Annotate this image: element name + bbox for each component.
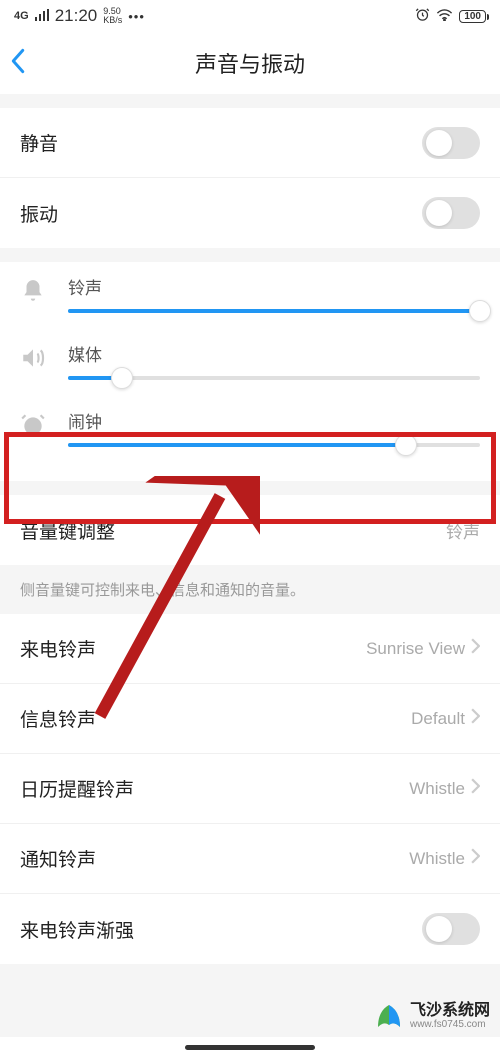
notification-ringtone-value: Whistle	[409, 849, 465, 869]
signal-icon	[35, 9, 49, 24]
calendar-ringtone-label: 日历提醒铃声	[20, 775, 134, 802]
message-ringtone-row[interactable]: 信息铃声 Default	[0, 684, 500, 754]
chevron-right-icon	[471, 708, 480, 729]
page-header: 声音与振动	[0, 32, 500, 94]
notification-ringtone-row[interactable]: 通知铃声 Whistle	[0, 824, 500, 894]
crescendo-label: 来电铃声渐强	[20, 916, 134, 943]
alarm-status-icon	[415, 7, 430, 25]
volume-key-value: 铃声	[446, 518, 480, 543]
navigation-bar[interactable]	[0, 1037, 500, 1057]
more-icon: •••	[128, 9, 145, 24]
crescendo-toggle[interactable]	[422, 913, 480, 945]
home-indicator[interactable]	[185, 1045, 315, 1050]
incoming-ringtone-label: 来电铃声	[20, 635, 96, 662]
calendar-ringtone-row[interactable]: 日历提醒铃声 Whistle	[0, 754, 500, 824]
status-bar: 4G 21:20 9.50 KB/s ••• 100	[0, 0, 500, 32]
chevron-right-icon	[471, 848, 480, 869]
alarm-slider-row: 闹钟	[0, 396, 500, 481]
silent-toggle[interactable]	[422, 127, 480, 159]
vibrate-toggle[interactable]	[422, 197, 480, 229]
clock-icon	[20, 408, 52, 443]
incoming-ringtone-value: Sunrise View	[366, 639, 465, 659]
volume-key-section: 音量键调整 铃声	[0, 495, 500, 565]
notification-ringtone-label: 通知铃声	[20, 845, 96, 872]
ringtone-slider[interactable]	[68, 309, 480, 313]
chevron-right-icon	[471, 638, 480, 659]
silent-label: 静音	[20, 129, 58, 156]
watermark-title: 飞沙系统网	[410, 1002, 490, 1020]
speaker-icon	[20, 341, 52, 376]
clock-time: 21:20	[55, 6, 98, 26]
volume-key-description: 侧音量键可控制来电、信息和通知的音量。	[0, 565, 500, 614]
calendar-ringtone-value: Whistle	[409, 779, 465, 799]
alarm-slider-label: 闹钟	[68, 408, 480, 433]
incoming-ringtone-row[interactable]: 来电铃声 Sunrise View	[0, 614, 500, 684]
message-ringtone-value: Default	[411, 709, 465, 729]
slider-section: 铃声 媒体 闹钟	[0, 262, 500, 481]
network-type: 4G	[14, 10, 29, 22]
battery-indicator: 100	[459, 10, 486, 23]
chevron-right-icon	[471, 778, 480, 799]
toggle-section: 静音 振动	[0, 108, 500, 248]
back-button[interactable]	[10, 48, 26, 79]
vibrate-label: 振动	[20, 200, 58, 227]
ringtone-section: 来电铃声 Sunrise View 信息铃声 Default 日历提醒铃声 Wh…	[0, 614, 500, 964]
volume-key-row[interactable]: 音量键调整 铃声	[0, 495, 500, 565]
vibrate-row[interactable]: 振动	[0, 178, 500, 248]
page-title: 声音与振动	[195, 47, 305, 79]
crescendo-row[interactable]: 来电铃声渐强	[0, 894, 500, 964]
data-speed: 9.50 KB/s	[103, 7, 122, 25]
silent-row[interactable]: 静音	[0, 108, 500, 178]
media-slider-label: 媒体	[68, 341, 480, 366]
media-slider[interactable]	[68, 376, 480, 380]
bell-icon	[20, 274, 52, 309]
message-ringtone-label: 信息铃声	[20, 705, 96, 732]
watermark: 飞沙系统网 www.fs0745.com	[374, 1001, 490, 1031]
alarm-slider[interactable]	[68, 443, 480, 447]
wifi-icon	[436, 8, 453, 24]
volume-key-label: 音量键调整	[20, 517, 115, 544]
ringtone-slider-row: 铃声	[0, 262, 500, 329]
watermark-logo-icon	[374, 1001, 404, 1031]
watermark-url: www.fs0745.com	[410, 1019, 490, 1030]
media-slider-row: 媒体	[0, 329, 500, 396]
ringtone-slider-label: 铃声	[68, 274, 480, 299]
